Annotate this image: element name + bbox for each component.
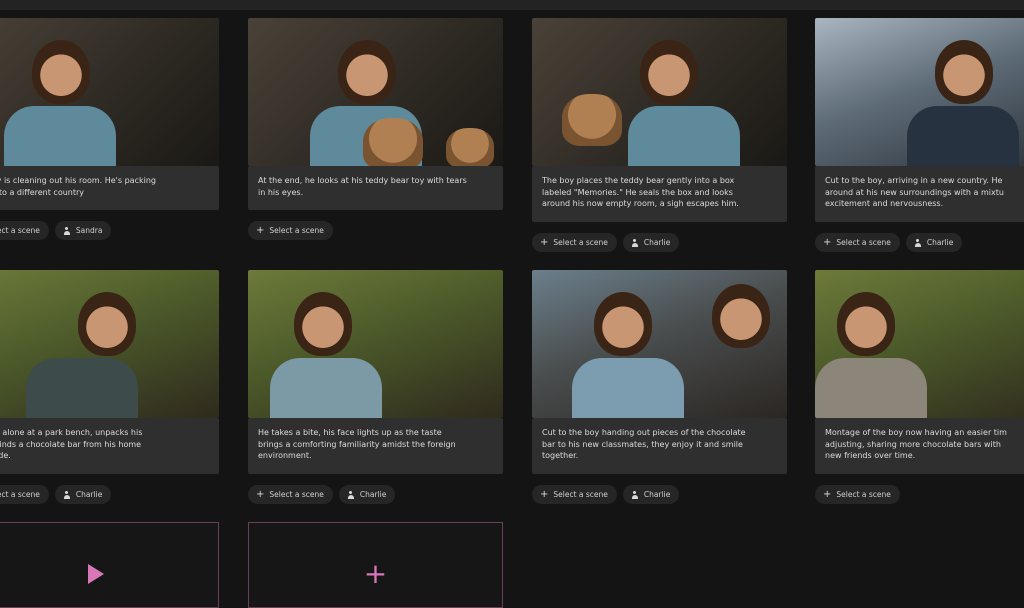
person-icon <box>631 238 639 247</box>
scene-caption: He takes a bite, his face lights up as t… <box>248 418 503 474</box>
plus-icon: + <box>256 488 265 500</box>
scene-thumbnail[interactable] <box>248 270 503 418</box>
scene-thumbnail[interactable] <box>0 18 219 166</box>
teddy-bear-small <box>446 128 494 166</box>
select-scene-button[interactable]: +Select a scene <box>532 233 617 252</box>
add-scene-tile[interactable]: + <box>248 522 503 608</box>
boy-shirt <box>815 358 927 418</box>
scene-card-6[interactable]: He takes a bite, his face lights up as t… <box>248 270 503 504</box>
scene-thumbnail[interactable] <box>532 18 787 166</box>
scene-thumbnail[interactable] <box>0 270 219 418</box>
top-bar <box>0 0 1024 10</box>
plus-icon: + <box>823 236 832 248</box>
scene-card-1[interactable]: ng boy is cleaning out his room. He's pa… <box>0 18 219 240</box>
person-icon <box>347 490 355 499</box>
girl-figure <box>712 284 770 348</box>
boy-shirt <box>572 358 684 418</box>
teddy-bear <box>562 94 622 146</box>
scene-caption: oy sits alone at a park bench, unpacks h… <box>0 418 219 474</box>
character-chip[interactable]: Charlie <box>905 233 963 252</box>
scene-card-3[interactable]: The boy places the teddy bear gently int… <box>532 18 787 252</box>
plus-icon: + <box>540 488 549 500</box>
character-chip[interactable]: Sandra <box>54 221 112 240</box>
scene-caption: Cut to the boy, arriving in a new countr… <box>815 166 1024 222</box>
person-icon <box>631 490 639 499</box>
scene-caption: Montage of the boy now having an easier … <box>815 418 1024 474</box>
person-icon <box>63 226 71 235</box>
select-scene-button[interactable]: +Select a scene <box>0 221 49 240</box>
plus-icon: + <box>363 557 388 590</box>
scene-card-4[interactable]: Cut to the boy, arriving in a new countr… <box>815 18 1024 252</box>
boy-shirt <box>4 106 116 166</box>
scene-card-8[interactable]: Montage of the boy now having an easier … <box>815 270 1024 504</box>
select-scene-button[interactable]: +Select a scene <box>248 485 333 504</box>
scene-card-5[interactable]: oy sits alone at a park bench, unpacks h… <box>0 270 219 504</box>
scene-caption: The boy places the teddy bear gently int… <box>532 166 787 222</box>
scene-card-7[interactable]: Cut to the boy handing out pieces of the… <box>532 270 787 504</box>
select-scene-button[interactable]: +Select a scene <box>815 485 900 504</box>
character-chip[interactable]: Charlie <box>54 485 112 504</box>
person-icon <box>63 490 71 499</box>
character-chip[interactable]: Charlie <box>338 485 396 504</box>
scene-thumbnail[interactable] <box>248 18 503 166</box>
plus-icon: + <box>540 236 549 248</box>
play-icon <box>87 564 104 584</box>
boy-figure <box>640 40 698 104</box>
boy-shirt <box>26 358 138 418</box>
teddy-bear <box>363 118 423 166</box>
select-scene-button[interactable]: +Select a scene <box>815 233 900 252</box>
scene-caption: At the end, he looks at his teddy bear t… <box>248 166 503 210</box>
boy-figure <box>32 40 90 104</box>
plus-icon: + <box>256 224 265 236</box>
scene-card-2[interactable]: At the end, he looks at his teddy bear t… <box>248 18 503 240</box>
scene-caption: ng boy is cleaning out his room. He's pa… <box>0 166 219 210</box>
select-scene-button[interactable]: +Select a scene <box>532 485 617 504</box>
scene-thumbnail[interactable] <box>815 270 1024 418</box>
select-scene-button[interactable]: +Select a scene <box>248 221 333 240</box>
scene-thumbnail[interactable] <box>532 270 787 418</box>
scene-caption: Cut to the boy handing out pieces of the… <box>532 418 787 474</box>
character-chip[interactable]: Charlie <box>622 485 680 504</box>
boy-figure <box>594 292 652 356</box>
boy-figure <box>294 292 352 356</box>
person-icon <box>914 238 922 247</box>
boy-figure <box>78 292 136 356</box>
boy-shirt <box>270 358 382 418</box>
boy-figure <box>338 40 396 104</box>
boy-shirt <box>628 106 740 166</box>
boy-figure <box>837 292 895 356</box>
boy-figure <box>935 40 993 104</box>
character-chip[interactable]: Charlie <box>622 233 680 252</box>
play-tile[interactable] <box>0 522 219 608</box>
scene-thumbnail[interactable] <box>815 18 1024 166</box>
select-scene-button[interactable]: +Select a scene <box>0 485 49 504</box>
plus-icon: + <box>823 488 832 500</box>
boy-shirt <box>907 106 1019 166</box>
